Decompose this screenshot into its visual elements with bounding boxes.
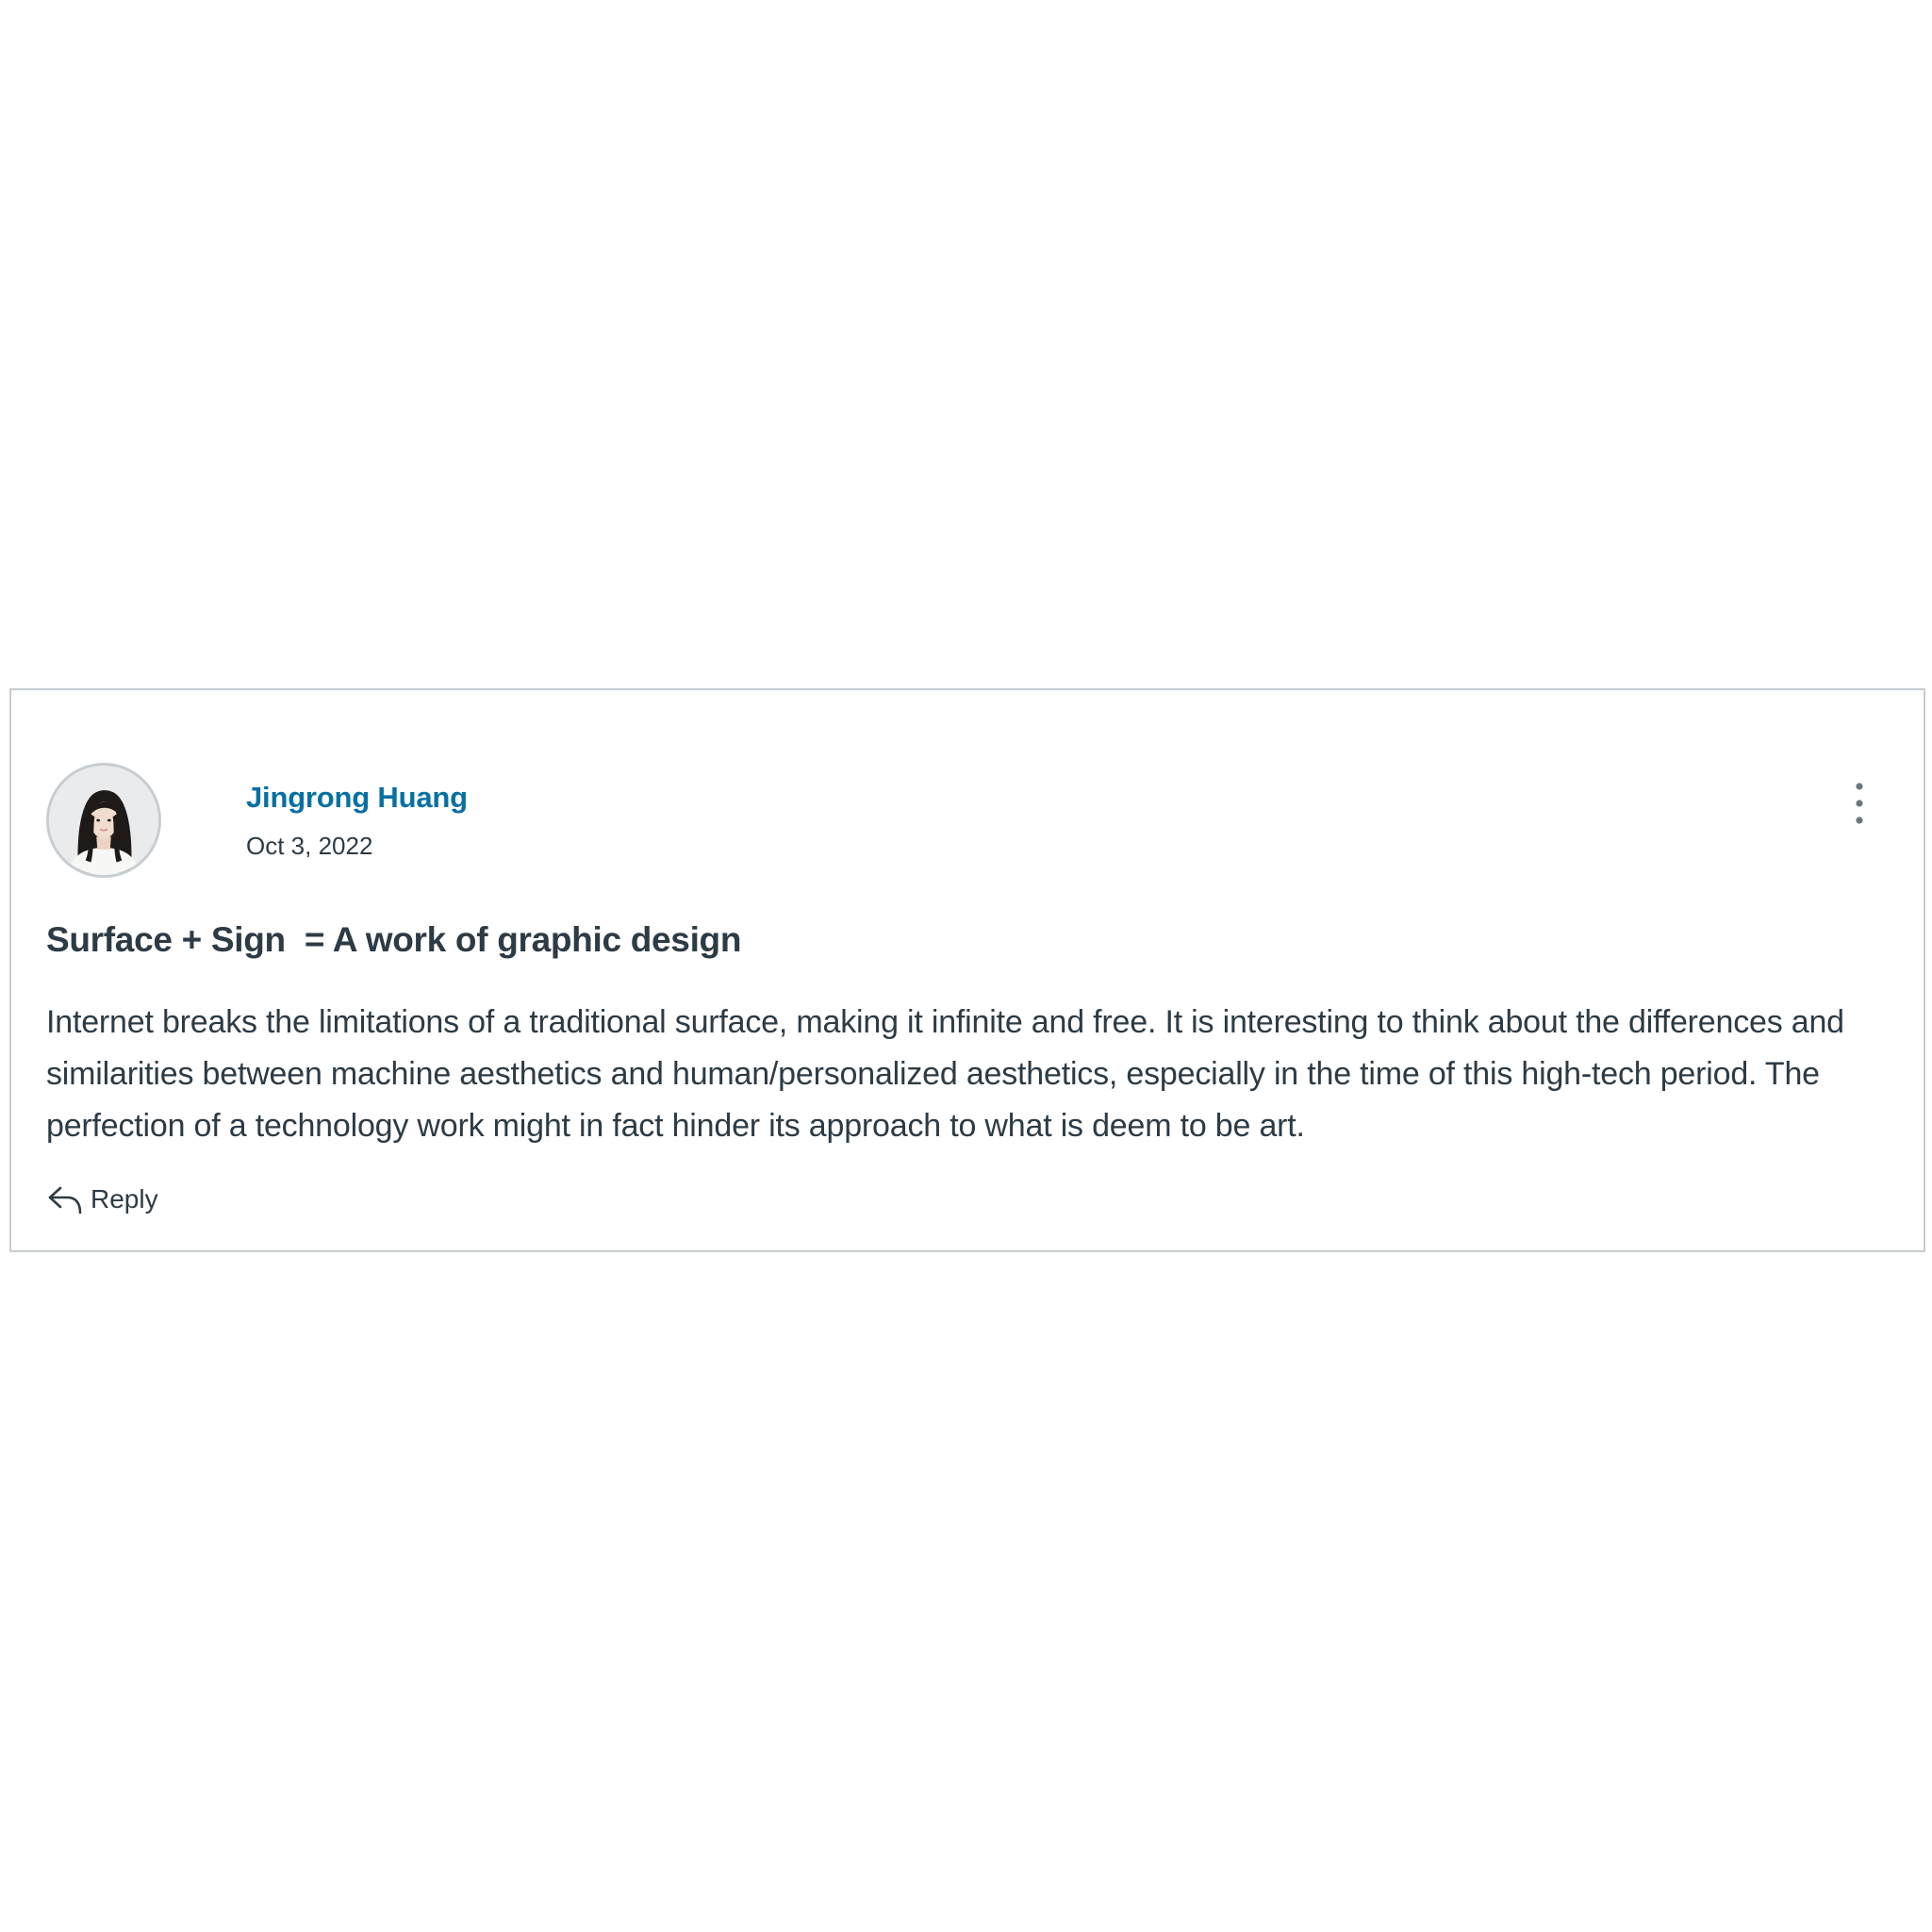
- reply-label: Reply: [91, 1184, 158, 1214]
- author-name-link[interactable]: Jingrong Huang: [246, 781, 468, 815]
- reply-arrow-icon: [48, 1186, 82, 1214]
- reply-button[interactable]: Reply: [45, 1176, 158, 1223]
- avatar[interactable]: [46, 763, 161, 878]
- avatar-photo: [49, 766, 158, 875]
- more-options-button[interactable]: [1841, 779, 1878, 828]
- post-date: Oct 3, 2022: [246, 832, 373, 860]
- post-body: Internet breaks the limitations of a tra…: [46, 1004, 1844, 1144]
- discussion-entry: Jingrong Huang Oct 3, 2022 Surface + Sig…: [9, 688, 1925, 1252]
- post-title: Surface + Sign = A work of graphic desig…: [46, 920, 742, 959]
- vertical-ellipsis-icon: [1856, 783, 1863, 824]
